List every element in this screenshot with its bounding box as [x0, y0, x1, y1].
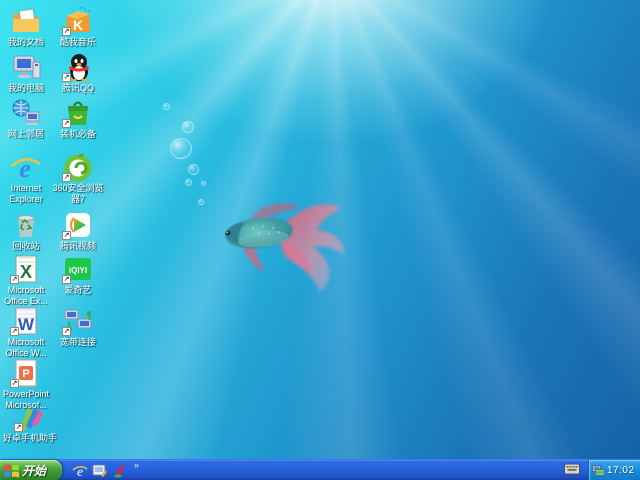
desktop-icon-ms-office-word[interactable]: W ↗ Microsoft Office W...	[0, 306, 52, 359]
shortcut-arrow-icon: ↗	[62, 173, 71, 182]
desktop-icon-network-places[interactable]: 网上邻居	[0, 98, 52, 140]
network-status-icon[interactable]	[592, 464, 605, 477]
desktop-icon-label: 360安全浏览 器7	[52, 183, 104, 204]
desktop-icon-kuwo-music[interactable]: K ↗ 酷我音乐	[52, 6, 104, 48]
desktop-icon-recycle-bin[interactable]: 回收站	[0, 210, 52, 252]
desktop-icon-label: 装机必备	[59, 129, 96, 139]
qq-penguin-icon: ↗	[62, 52, 94, 82]
taskbar: 开始 e » 17:02	[0, 459, 640, 480]
shopping-bag-icon: ↗	[62, 98, 94, 128]
desktop-icon-label: 我的文档	[7, 37, 44, 47]
desktop-icon-label: 我的电脑	[7, 83, 44, 93]
desktop-icon-label: 好卓手机助手	[2, 433, 57, 443]
windows-flag-icon	[4, 464, 19, 477]
desktop-icon-iqiyi[interactable]: iQIYI ↗ 爱奇艺	[52, 254, 104, 296]
desktop-screen: 我的文档 K ↗ 酷我音乐 我的电脑 ↗ 腾讯QQ 网上邻居 ↗ 装机必备 e …	[0, 0, 640, 480]
excel-icon: X ↗	[10, 254, 42, 284]
desktop-icon-broadband-connection[interactable]: ↗ 宽带连接	[52, 306, 104, 348]
media-swoosh-launcher-icon[interactable]	[112, 463, 128, 479]
internet-explorer-launcher-icon[interactable]: e	[72, 463, 88, 479]
desktop-icon-tencent-video[interactable]: ↗ 腾讯视频	[52, 210, 104, 252]
powerpoint-icon: P ↗	[10, 358, 42, 388]
system-tray: 17:02	[588, 460, 640, 480]
desktop-icon-label: 宽带连接	[59, 337, 96, 347]
shortcut-arrow-icon: ↗	[62, 327, 71, 336]
keyboard-input-icon[interactable]	[564, 463, 580, 475]
desktop-icon-label: 腾讯QQ	[61, 83, 94, 93]
shortcut-arrow-icon: ↗	[10, 379, 19, 388]
bubble	[163, 103, 170, 110]
tencent-video-icon: ↗	[62, 210, 94, 240]
recycle-bin-icon	[10, 210, 42, 240]
desktop-icon-label: Internet Explorer	[9, 183, 43, 204]
haozhuo-assistant-icon: ↗	[14, 402, 46, 432]
shortcut-arrow-icon: ↗	[62, 275, 71, 284]
svg-text:iQIYI: iQIYI	[69, 266, 87, 275]
bubble	[188, 164, 199, 175]
desktop-icon-tencent-qq[interactable]: ↗ 腾讯QQ	[52, 52, 104, 94]
my-documents-icon	[10, 6, 42, 36]
desktop-icon-label: Microsoft Office W...	[5, 337, 47, 358]
desktop-icon-ms-office-excel[interactable]: X ↗ Microsoft Office Ex...	[0, 254, 52, 307]
bubble	[198, 199, 204, 205]
betta-fish	[225, 203, 345, 292]
bubble	[185, 179, 192, 186]
desktop-icon-my-documents[interactable]: 我的文档	[0, 6, 52, 48]
kuwo-music-icon: K ↗	[62, 6, 94, 36]
start-button[interactable]: 开始	[0, 460, 62, 480]
tray-clock[interactable]: 17:02	[607, 465, 635, 476]
desktop-icon-my-computer[interactable]: 我的电脑	[0, 52, 52, 94]
desktop-icon-label: 腾讯视频	[59, 241, 96, 251]
start-button-label: 开始	[22, 464, 47, 478]
bubble	[182, 121, 194, 133]
shortcut-arrow-icon: ↗	[62, 231, 71, 240]
shortcut-arrow-icon: ↗	[10, 275, 19, 284]
show-desktop-icon[interactable]	[92, 463, 108, 479]
360-browser-icon: ↗	[62, 152, 94, 182]
quick-launch-overflow-chevron[interactable]: »	[134, 460, 139, 470]
svg-text:W: W	[18, 315, 35, 334]
bubble	[170, 138, 192, 159]
my-computer-icon	[10, 52, 42, 82]
desktop-icon-label: 回收站	[12, 241, 40, 251]
broadband-connection-icon: ↗	[62, 306, 94, 336]
desktop-icon-label: 酷我音乐	[59, 37, 96, 47]
svg-text:K: K	[73, 17, 83, 33]
desktop-icon-label: 网上邻居	[7, 129, 44, 139]
desktop-icon-zhuangji-bibei[interactable]: ↗ 装机必备	[52, 98, 104, 140]
bubble	[201, 181, 206, 186]
desktop-icon-internet-explorer[interactable]: e Internet Explorer	[0, 152, 52, 205]
shortcut-arrow-icon: ↗	[14, 423, 23, 432]
quick-launch-bar: e »	[68, 460, 139, 480]
svg-text:X: X	[20, 262, 32, 282]
desktop-icon-haozhuo-assistant[interactable]: ↗ 好卓手机助手	[0, 402, 60, 444]
svg-text:P: P	[22, 368, 29, 380]
network-places-icon	[10, 98, 42, 128]
desktop-icon-label: Microsoft Office Ex...	[4, 285, 48, 306]
shortcut-arrow-icon: ↗	[62, 27, 71, 36]
internet-explorer-icon: e	[10, 152, 42, 183]
desktop-icon-360-browser[interactable]: ↗ 360安全浏览 器7	[52, 152, 104, 205]
svg-text:e: e	[19, 154, 31, 182]
desktop-icon-label: 爱奇艺	[64, 285, 92, 295]
shortcut-arrow-icon: ↗	[10, 327, 19, 336]
word-icon: W ↗	[10, 306, 42, 336]
shortcut-arrow-icon: ↗	[62, 119, 71, 128]
iqiyi-icon: iQIYI ↗	[62, 254, 94, 284]
shortcut-arrow-icon: ↗	[62, 73, 71, 82]
